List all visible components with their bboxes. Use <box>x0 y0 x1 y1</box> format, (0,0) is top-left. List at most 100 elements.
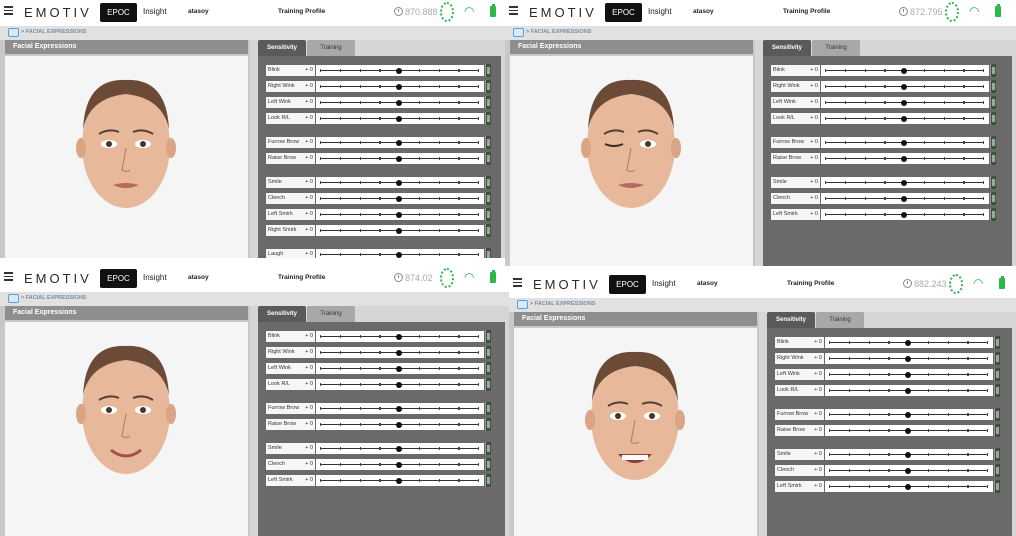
slider-knob[interactable] <box>396 211 402 218</box>
slider-indicator-button[interactable] <box>485 224 491 237</box>
training-profile-label[interactable]: Training Profile <box>278 8 325 15</box>
slider-knob[interactable] <box>396 251 402 258</box>
slider-indicator-button[interactable] <box>485 64 491 77</box>
slider-indicator-button[interactable] <box>994 352 1000 365</box>
tab-sensitivity[interactable]: Sensitivity <box>258 40 306 56</box>
sensitivity-slider[interactable] <box>316 209 484 220</box>
sensitivity-slider[interactable] <box>825 353 993 364</box>
slider-indicator-button[interactable] <box>994 384 1000 397</box>
slider-knob[interactable] <box>901 115 907 122</box>
slider-indicator-button[interactable] <box>485 402 491 415</box>
breadcrumb-text[interactable]: > FACIAL EXPRESSIONS <box>530 301 595 307</box>
slider-knob[interactable] <box>905 387 911 394</box>
sensitivity-slider[interactable] <box>316 65 484 76</box>
slider-indicator-button[interactable] <box>990 64 996 77</box>
slider-indicator-button[interactable] <box>485 192 491 205</box>
sensitivity-slider[interactable] <box>316 97 484 108</box>
slider-indicator-button[interactable] <box>994 408 1000 421</box>
sensitivity-slider[interactable] <box>316 363 484 374</box>
slider-indicator-button[interactable] <box>485 346 491 359</box>
slider-knob[interactable] <box>396 99 402 106</box>
user-name[interactable]: atasoy <box>188 274 209 281</box>
sensitivity-slider[interactable] <box>821 113 989 124</box>
sensitivity-slider[interactable] <box>316 419 484 430</box>
sensitivity-slider[interactable] <box>316 443 484 454</box>
slider-knob[interactable] <box>905 483 911 490</box>
slider-knob[interactable] <box>396 155 402 162</box>
sensitivity-slider[interactable] <box>316 225 484 236</box>
sensitivity-slider[interactable] <box>825 449 993 460</box>
sensitivity-slider[interactable] <box>316 331 484 342</box>
sensitivity-slider[interactable] <box>821 193 989 204</box>
slider-knob[interactable] <box>396 333 402 340</box>
insight-tab[interactable]: Insight <box>143 7 167 16</box>
slider-knob[interactable] <box>396 445 402 452</box>
sensitivity-slider[interactable] <box>825 465 993 476</box>
slider-indicator-button[interactable] <box>485 474 491 487</box>
slider-indicator-button[interactable] <box>990 80 996 93</box>
slider-knob[interactable] <box>901 139 907 146</box>
tab-sensitivity[interactable]: Sensitivity <box>767 312 815 328</box>
tab-training[interactable]: Training <box>307 306 355 322</box>
slider-knob[interactable] <box>396 227 402 234</box>
slider-knob[interactable] <box>905 451 911 458</box>
sensitivity-slider[interactable] <box>316 459 484 470</box>
insight-tab[interactable]: Insight <box>143 273 167 282</box>
slider-knob[interactable] <box>905 411 911 418</box>
slider-knob[interactable] <box>901 155 907 162</box>
slider-knob[interactable] <box>901 211 907 218</box>
slider-indicator-button[interactable] <box>485 176 491 189</box>
sensitivity-slider[interactable] <box>821 65 989 76</box>
sensitivity-slider[interactable] <box>316 249 484 258</box>
sensitivity-slider[interactable] <box>316 475 484 486</box>
breadcrumb-text[interactable]: > FACIAL EXPRESSIONS <box>21 295 86 301</box>
sensitivity-slider[interactable] <box>821 177 989 188</box>
slider-knob[interactable] <box>396 461 402 468</box>
insight-tab[interactable]: Insight <box>652 279 676 288</box>
sensitivity-slider[interactable] <box>825 481 993 492</box>
slider-indicator-button[interactable] <box>994 480 1000 493</box>
slider-indicator-button[interactable] <box>485 112 491 125</box>
sensitivity-slider[interactable] <box>825 337 993 348</box>
slider-indicator-button[interactable] <box>990 96 996 109</box>
slider-indicator-button[interactable] <box>485 442 491 455</box>
slider-indicator-button[interactable] <box>990 192 996 205</box>
slider-indicator-button[interactable] <box>994 424 1000 437</box>
slider-indicator-button[interactable] <box>990 208 996 221</box>
training-profile-label[interactable]: Training Profile <box>278 274 325 281</box>
training-profile-label[interactable]: Training Profile <box>783 8 830 15</box>
slider-indicator-button[interactable] <box>485 362 491 375</box>
epoc-tab[interactable]: EPOC <box>609 275 646 294</box>
epoc-tab[interactable]: EPOC <box>100 3 137 22</box>
slider-knob[interactable] <box>396 115 402 122</box>
user-name[interactable]: atasoy <box>693 8 714 15</box>
slider-knob[interactable] <box>905 371 911 378</box>
sensitivity-slider[interactable] <box>825 385 993 396</box>
slider-indicator-button[interactable] <box>994 368 1000 381</box>
sensitivity-slider[interactable] <box>825 409 993 420</box>
slider-knob[interactable] <box>396 349 402 356</box>
sensitivity-slider[interactable] <box>821 81 989 92</box>
sensitivity-slider[interactable] <box>316 153 484 164</box>
sensitivity-slider[interactable] <box>316 379 484 390</box>
slider-knob[interactable] <box>396 195 402 202</box>
hamburger-icon[interactable] <box>4 6 13 15</box>
tab-sensitivity[interactable]: Sensitivity <box>258 306 306 322</box>
sensitivity-slider[interactable] <box>316 137 484 148</box>
sensitivity-slider[interactable] <box>316 113 484 124</box>
hamburger-icon[interactable] <box>509 6 518 15</box>
slider-indicator-button[interactable] <box>485 458 491 471</box>
headset-contact-icon[interactable] <box>949 274 963 294</box>
slider-indicator-button[interactable] <box>990 112 996 125</box>
slider-indicator-button[interactable] <box>485 96 491 109</box>
sensitivity-slider[interactable] <box>316 403 484 414</box>
slider-knob[interactable] <box>396 67 402 74</box>
epoc-tab[interactable]: EPOC <box>605 3 642 22</box>
slider-indicator-button[interactable] <box>990 152 996 165</box>
tab-training[interactable]: Training <box>816 312 864 328</box>
epoc-tab[interactable]: EPOC <box>100 269 137 288</box>
slider-knob[interactable] <box>901 195 907 202</box>
slider-knob[interactable] <box>905 427 911 434</box>
slider-indicator-button[interactable] <box>485 418 491 431</box>
slider-indicator-button[interactable] <box>485 80 491 93</box>
